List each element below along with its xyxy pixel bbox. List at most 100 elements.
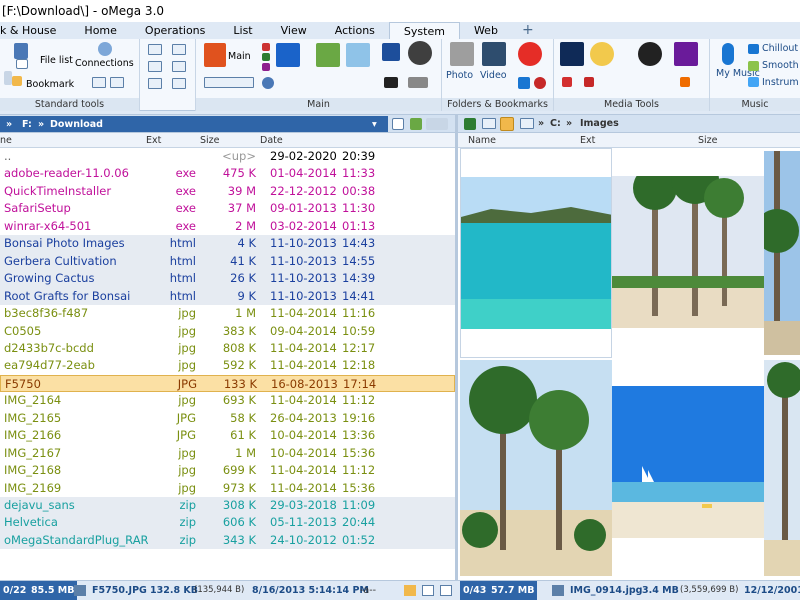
right-column-ext[interactable]: Ext	[580, 133, 595, 148]
file-row[interactable]: Helvetica zip 606 K 05-11-2013 20:44	[0, 514, 455, 532]
file-list-button[interactable]: File list	[40, 55, 73, 66]
cmd-icon[interactable]	[384, 77, 398, 88]
column-name[interactable]: ne	[0, 133, 12, 148]
file-row[interactable]: .. <up> 29-02-2020 20:39	[0, 148, 455, 165]
photo-button[interactable]: Photo	[446, 70, 473, 81]
main-dropdown[interactable]: Main	[228, 51, 251, 62]
tab-home[interactable]: Home	[70, 22, 130, 39]
print-icon[interactable]	[148, 78, 162, 89]
file-row[interactable]: winrar-x64-501 exe 2 M 03-02-2014 01:13	[0, 218, 455, 235]
globe-icon[interactable]	[262, 77, 274, 89]
tab-actions[interactable]: Actions	[321, 22, 389, 39]
panel-options-icon[interactable]	[422, 585, 434, 596]
thumbnail-tile[interactable]	[612, 176, 764, 328]
file-row[interactable]: IMG_2167 jpg 1 M 10-04-2014 15:36	[0, 445, 455, 462]
view-details-icon[interactable]	[520, 118, 534, 129]
excel-icon[interactable]	[262, 53, 270, 61]
layout-icon[interactable]	[110, 77, 124, 88]
file-row[interactable]: C0505 jpg 383 K 09-04-2014 10:59	[0, 323, 455, 340]
thumbnail-tile[interactable]	[460, 360, 612, 576]
file-row[interactable]: dejavu_sans zip 308 K 29-03-2018 11:09	[0, 497, 455, 515]
media-player-icon[interactable]	[674, 42, 698, 66]
folder-icon[interactable]	[404, 585, 416, 596]
office-icon[interactable]	[204, 43, 226, 67]
file-row[interactable]: Growing Cactus html 26 K 11-10-2013 14:39	[0, 270, 455, 288]
file-row[interactable]: adobe-reader-11.0.06 exe 475 K 01-04-2014 11…	[0, 165, 455, 182]
hardware-icon[interactable]	[408, 77, 428, 88]
fullscreen-icon[interactable]	[172, 61, 186, 72]
palette-icon[interactable]	[590, 42, 614, 66]
file-row[interactable]: IMG_2165 JPG 58 K 26-04-2013 19:16	[0, 410, 455, 427]
music-note-icon[interactable]	[722, 43, 734, 65]
film-icon[interactable]	[482, 42, 506, 66]
main-mini-bar[interactable]	[204, 77, 254, 88]
tab-system[interactable]: System	[388, 22, 460, 39]
left-drive[interactable]: F:	[22, 116, 32, 133]
file-row[interactable]: SafariSetup exe 37 M 09-01-2013 11:30	[0, 200, 455, 217]
chillout-button[interactable]: Chillout	[762, 43, 798, 54]
file-row[interactable]: IMG_2169 jpg 973 K 11-04-2014 15:36	[0, 480, 455, 497]
file-row[interactable]: F5750 JPG 133 K 16-08-2013 17:14	[0, 374, 455, 393]
file-row[interactable]: ea794d77-2eab jpg 592 K 11-04-2014 12:18	[0, 357, 455, 374]
right-drive[interactable]: C:	[550, 115, 561, 132]
arrange-icon[interactable]	[148, 44, 162, 55]
file-row[interactable]: IMG_2164 jpg 693 K 11-04-2014 11:12	[0, 392, 455, 409]
tab-operations[interactable]: Operations	[131, 22, 219, 39]
thumbnail-tile[interactable]	[764, 360, 800, 576]
view-list-icon[interactable]	[482, 118, 496, 129]
column-date[interactable]: Date	[260, 133, 283, 148]
refresh-icon[interactable]	[392, 118, 404, 130]
file-row[interactable]: Bonsai Photo Images html 4 K 11-10-2013 14:4…	[0, 235, 455, 253]
send-icon[interactable]	[518, 77, 530, 89]
connections-button[interactable]: Connections	[75, 58, 134, 69]
left-file-list[interactable]: .. <up> 29-02-2020 20:39 adobe-reader-11.0.0…	[0, 148, 455, 580]
up-folder-icon[interactable]	[464, 118, 476, 130]
view-thumbs-icon[interactable]	[500, 117, 514, 131]
file-row[interactable]: d2433b7c-bcdd jpg 808 K 11-04-2014 12:17	[0, 340, 455, 357]
onenote-icon[interactable]	[262, 63, 270, 71]
puzzle-icon[interactable]	[584, 77, 594, 87]
vlc-icon[interactable]	[638, 42, 662, 66]
add-tab-button[interactable]: +	[512, 22, 544, 39]
tab-web[interactable]: Web	[460, 22, 512, 39]
instrumental-button[interactable]: Instrum	[762, 77, 799, 88]
eraser-icon[interactable]	[346, 43, 370, 67]
thumbnail-tile[interactable]	[764, 151, 800, 355]
gears-icon[interactable]	[408, 41, 432, 65]
file-row[interactable]: Root Grafts for Bonsai html 9 K 11-10-2013 1…	[0, 287, 455, 306]
settings-icon[interactable]	[172, 78, 186, 89]
youtube-icon[interactable]	[518, 42, 542, 66]
file-row[interactable]: b3ec8f36-f487 jpg 1 M 11-04-2014 11:16	[0, 305, 455, 322]
tab-list[interactable]: List	[219, 22, 266, 39]
tab-view[interactable]: View	[267, 22, 321, 39]
thumbnail-tile[interactable]	[612, 386, 764, 538]
outlook-icon[interactable]	[276, 43, 300, 67]
right-column-name[interactable]: Name	[468, 133, 496, 148]
column-size[interactable]: Size	[200, 133, 220, 148]
back-icon[interactable]	[410, 118, 422, 130]
file-row[interactable]: QuickTimeInstaller exe 39 M 22-12-2012 00:38	[0, 183, 455, 200]
thumbnail-tile[interactable]	[460, 148, 612, 358]
right-column-size[interactable]: Size	[698, 133, 718, 148]
left-folder[interactable]: Download	[50, 116, 103, 133]
photoshop-icon[interactable]	[560, 42, 584, 66]
gauge-icon[interactable]	[534, 77, 546, 89]
expand-icon[interactable]	[172, 44, 186, 55]
column-ext[interactable]: Ext	[146, 133, 161, 148]
chart-icon[interactable]	[316, 43, 340, 67]
right-thumbnail-grid[interactable]	[458, 148, 800, 580]
swap-icon[interactable]	[148, 61, 162, 72]
save-icon[interactable]	[14, 43, 28, 59]
powershell-icon[interactable]	[382, 43, 400, 61]
history-icon[interactable]	[426, 118, 448, 130]
smooth-jazz-button[interactable]: Smooth J	[762, 60, 800, 71]
tab-bookmarks-house[interactable]: k & House	[0, 22, 70, 39]
file-row[interactable]: IMG_2168 jpg 699 K 11-04-2014 11:12	[0, 462, 455, 479]
tree-icon[interactable]	[92, 77, 106, 88]
camera-icon[interactable]	[450, 42, 474, 66]
file-row[interactable]: Gerbera Cultivation html 41 K 11-10-2013 14:…	[0, 252, 455, 271]
file-row[interactable]: IMG_2166 JPG 61 K 10-04-2014 13:36	[0, 427, 455, 444]
video-button[interactable]: Video	[480, 70, 507, 81]
chevron-down-icon[interactable]: ▾	[372, 116, 377, 133]
panel-layout-icon[interactable]	[440, 585, 452, 596]
